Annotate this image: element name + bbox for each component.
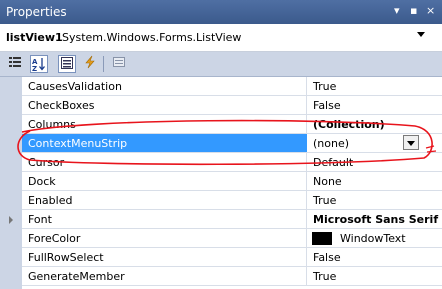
property-name: Cursor	[28, 156, 65, 169]
close-icon[interactable]: ×	[426, 4, 435, 17]
svg-text:Z: Z	[32, 65, 37, 72]
property-value[interactable]: True	[313, 194, 336, 207]
property-value[interactable]: WindowText	[340, 232, 406, 245]
categorized-icon[interactable]	[6, 55, 24, 73]
property-value[interactable]: True	[313, 80, 336, 93]
property-value[interactable]: None	[313, 175, 342, 188]
property-row[interactable]: CheckBoxes False	[22, 96, 442, 115]
object-selector[interactable]: listView1 System.Windows.Forms.ListView	[0, 24, 442, 52]
property-name: Enabled	[28, 194, 73, 207]
object-type: System.Windows.Forms.ListView	[62, 31, 242, 44]
property-name: GenerateMember	[28, 270, 125, 283]
property-name: ForeColor	[28, 232, 81, 245]
property-value[interactable]: Default	[313, 156, 353, 169]
value-dropdown-button[interactable]	[403, 135, 419, 150]
property-value[interactable]: False	[313, 99, 341, 112]
grid-gutter	[0, 77, 22, 289]
property-name: CausesValidation	[28, 80, 122, 93]
property-name: FullRowSelect	[28, 251, 104, 264]
toolbar-separator	[103, 56, 104, 72]
property-row[interactable]: CausesValidation True	[22, 77, 442, 96]
object-name: listView1	[6, 31, 63, 44]
property-row[interactable]: Cursor Default	[22, 153, 442, 172]
property-row[interactable]: Enabled True	[22, 191, 442, 210]
property-value[interactable]: True	[313, 270, 336, 283]
property-value[interactable]: (none)	[313, 137, 349, 150]
events-icon[interactable]	[81, 55, 99, 73]
color-swatch	[312, 232, 332, 245]
property-name: Font	[28, 213, 52, 226]
property-row[interactable]: FullRowSelect False	[22, 248, 442, 267]
pin-icon[interactable]: ▪	[410, 4, 417, 17]
property-row-selected[interactable]: ContextMenuStrip (none)	[22, 134, 442, 153]
property-name: Dock	[28, 175, 56, 188]
alphabetical-icon[interactable]: AZ	[30, 55, 48, 73]
property-row[interactable]: Dock None	[22, 172, 442, 191]
window-title: Properties	[6, 5, 67, 19]
property-row[interactable]: Font Microsoft Sans Serif	[22, 210, 442, 229]
property-row[interactable]: GenerateMember True	[22, 267, 442, 286]
properties-toolbar: AZ	[0, 52, 442, 77]
property-name: ContextMenuStrip	[28, 137, 128, 150]
property-grid: CausesValidation True CheckBoxes False C…	[0, 77, 442, 289]
property-value[interactable]: (Collection)	[313, 118, 385, 131]
property-pages-icon[interactable]	[110, 55, 128, 73]
property-name: CheckBoxes	[28, 99, 95, 112]
property-row[interactable]: ForeColor WindowText	[22, 229, 442, 248]
chevron-down-icon[interactable]	[417, 32, 425, 37]
chevron-down-icon	[407, 141, 415, 146]
properties-icon[interactable]	[58, 55, 76, 73]
expand-arrow-icon[interactable]	[9, 216, 13, 224]
window-position-icon[interactable]: ▾	[394, 4, 400, 17]
properties-title-bar: Properties ▾ ▪ ×	[0, 0, 442, 24]
property-name: Columns	[28, 118, 76, 131]
property-value[interactable]: Microsoft Sans Serif	[313, 213, 438, 226]
property-row[interactable]: Columns (Collection)	[22, 115, 442, 134]
property-value[interactable]: False	[313, 251, 341, 264]
